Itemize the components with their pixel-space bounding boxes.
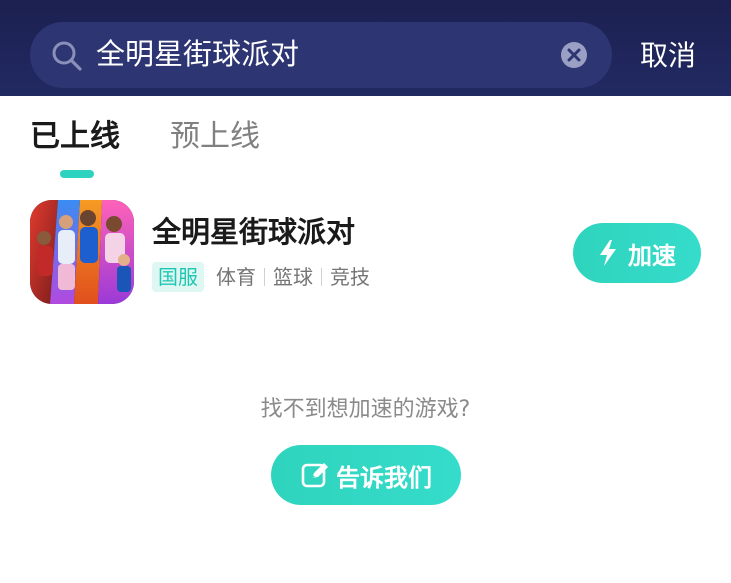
lightning-icon <box>600 240 616 266</box>
game-cover-art <box>30 200 134 304</box>
tag-basketball: 篮球 <box>273 265 313 289</box>
cancel-button[interactable]: 取消 <box>640 34 696 78</box>
accelerate-button[interactable]: 加速 <box>573 223 701 283</box>
tell-us-button[interactable]: 告诉我们 <box>271 445 461 505</box>
tell-us-label: 告诉我们 <box>336 463 432 492</box>
not-found-hint: 找不到想加速的游戏? <box>260 397 471 422</box>
search-query[interactable]: 全明星街球派对 <box>96 34 299 74</box>
tag-divider <box>264 268 265 286</box>
tab-upcoming[interactable]: 预上线 <box>170 115 260 159</box>
game-tags: 体育 篮球 竞技 <box>216 262 370 292</box>
game-title[interactable]: 全明星街球派对 <box>152 212 355 252</box>
tag-sports: 体育 <box>216 265 256 289</box>
tag-competitive: 竞技 <box>330 265 370 289</box>
edit-icon <box>301 463 328 488</box>
accelerate-label: 加速 <box>628 241 676 270</box>
region-badge: 国服 <box>152 262 204 292</box>
tab-online[interactable]: 已上线 <box>30 115 120 159</box>
game-icon[interactable] <box>30 200 134 304</box>
tab-indicator <box>60 170 94 178</box>
search-icon <box>52 41 82 71</box>
clear-icon[interactable] <box>560 41 588 69</box>
tag-divider <box>321 268 322 286</box>
